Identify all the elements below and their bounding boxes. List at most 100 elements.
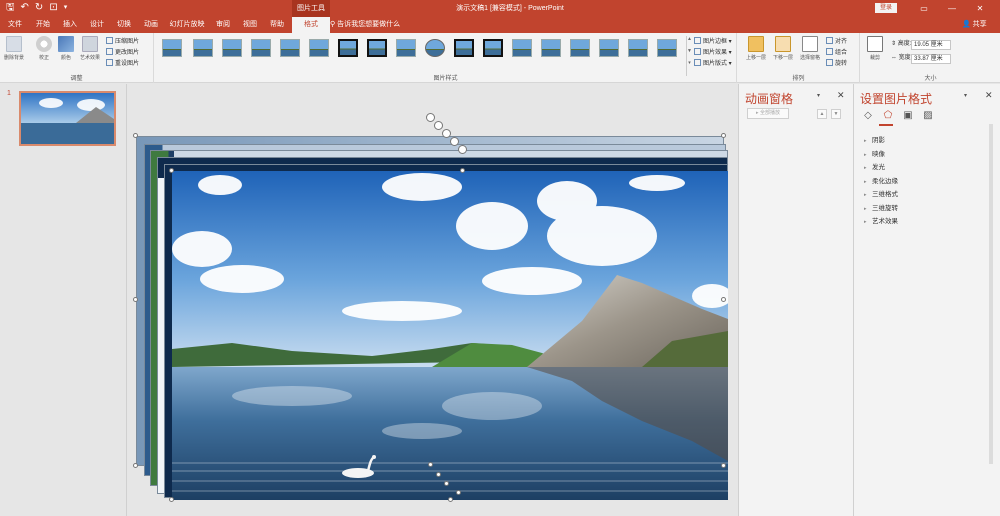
- style-thumb[interactable]: [599, 39, 619, 57]
- artistic-effects-button[interactable]: 艺术效果: [80, 36, 100, 61]
- rotate-handle[interactable]: [450, 137, 459, 146]
- fill-line-icon[interactable]: ◇: [862, 110, 874, 122]
- style-thumb[interactable]: [162, 39, 182, 57]
- tab-view[interactable]: 视图: [238, 17, 262, 33]
- chevron-down-icon[interactable]: ▼: [687, 48, 692, 54]
- effect-glow[interactable]: ▸ 发光: [864, 161, 898, 175]
- effects-icon[interactable]: ⬠: [882, 110, 894, 122]
- resize-handle[interactable]: [448, 497, 453, 502]
- style-thumb[interactable]: [512, 39, 532, 57]
- remove-background-button[interactable]: 删除背景: [4, 36, 24, 61]
- play-all-button[interactable]: ▸ 全部播放: [747, 108, 789, 119]
- style-thumb[interactable]: [280, 39, 300, 57]
- resize-handle[interactable]: [436, 472, 441, 477]
- ribbon-display-options-icon[interactable]: ▭: [910, 0, 938, 17]
- style-thumb[interactable]: [251, 39, 271, 57]
- resize-handle[interactable]: [133, 297, 138, 302]
- selection-pane-button[interactable]: 选择窗格: [798, 36, 822, 61]
- resize-handle[interactable]: [133, 463, 138, 468]
- tab-file[interactable]: 文件: [4, 17, 26, 33]
- start-from-beginning-icon[interactable]: ⊡: [49, 2, 57, 14]
- picture-icon[interactable]: ▨: [922, 110, 934, 122]
- style-thumb[interactable]: [222, 39, 242, 57]
- style-thumb[interactable]: [454, 39, 474, 57]
- style-thumb[interactable]: [628, 39, 648, 57]
- style-thumb[interactable]: [193, 39, 213, 57]
- rotate-button[interactable]: 旋转: [826, 59, 847, 68]
- gallery-scroll[interactable]: ▲ ▼ ▾: [686, 36, 692, 76]
- tab-format[interactable]: 格式: [292, 17, 330, 33]
- style-thumb[interactable]: [570, 39, 590, 57]
- close-icon[interactable]: ✕: [837, 90, 845, 101]
- pane-options-icon[interactable]: ▾: [817, 92, 820, 99]
- picture-layout-button[interactable]: 图片版式 ▾: [694, 59, 732, 68]
- move-up-icon[interactable]: ▲: [817, 109, 827, 119]
- style-thumb[interactable]: [425, 39, 445, 57]
- close-icon[interactable]: ✕: [985, 90, 993, 101]
- effect-shadow[interactable]: ▸ 阴影: [864, 134, 898, 148]
- pane-options-icon[interactable]: ▾: [964, 92, 967, 99]
- resize-handle[interactable]: [456, 490, 461, 495]
- resize-handle[interactable]: [721, 297, 726, 302]
- chevron-up-icon[interactable]: ▲: [687, 36, 692, 42]
- width-input[interactable]: 33.87 厘米: [911, 54, 951, 64]
- size-properties-icon[interactable]: ▣: [902, 110, 914, 122]
- tab-insert[interactable]: 插入: [58, 17, 82, 33]
- style-thumb[interactable]: [396, 39, 416, 57]
- format-pane-scrollbar[interactable]: [989, 124, 993, 464]
- close-window-icon[interactable]: ✕: [966, 0, 994, 17]
- tab-slideshow[interactable]: 幻灯片放映: [166, 17, 208, 33]
- reset-picture-button[interactable]: 重设图片: [106, 59, 139, 68]
- rotate-handle[interactable]: [442, 129, 451, 138]
- tab-design[interactable]: 设计: [85, 17, 109, 33]
- compress-pictures-button[interactable]: 压缩图片: [106, 37, 139, 46]
- style-thumb[interactable]: [541, 39, 561, 57]
- style-thumb[interactable]: [338, 39, 358, 57]
- selected-picture[interactable]: [172, 171, 728, 500]
- align-button[interactable]: 对齐: [826, 37, 847, 46]
- minimize-icon[interactable]: —: [938, 0, 966, 17]
- resize-handle[interactable]: [169, 497, 174, 502]
- resize-handle[interactable]: [428, 462, 433, 467]
- effect-artistic[interactable]: ▸ 艺术效果: [864, 215, 898, 229]
- resize-handle[interactable]: [133, 133, 138, 138]
- effect-soft-edges[interactable]: ▸ 柔化边缘: [864, 175, 898, 189]
- rotate-handle[interactable]: [458, 145, 467, 154]
- tab-home[interactable]: 开始: [31, 17, 55, 33]
- resize-handle[interactable]: [721, 133, 726, 138]
- rotate-handle[interactable]: [434, 121, 443, 130]
- customize-qat-icon[interactable]: ▾: [64, 2, 68, 14]
- send-backward-button[interactable]: 下移一层: [771, 36, 795, 61]
- style-thumb[interactable]: [309, 39, 329, 57]
- height-input[interactable]: 19.05 厘米: [911, 40, 951, 50]
- effect-reflection[interactable]: ▸ 映像: [864, 148, 898, 162]
- change-picture-button[interactable]: 更改图片: [106, 48, 139, 57]
- tab-animations[interactable]: 动画: [139, 17, 163, 33]
- group-button[interactable]: 组合: [826, 48, 847, 57]
- picture-effects-button[interactable]: 图片效果 ▾: [694, 48, 732, 57]
- save-icon[interactable]: 🖫: [6, 2, 15, 14]
- resize-handle[interactable]: [169, 168, 174, 173]
- bring-forward-button[interactable]: 上移一层: [744, 36, 768, 61]
- tab-review[interactable]: 审阅: [211, 17, 235, 33]
- crop-button[interactable]: 裁剪: [865, 36, 885, 61]
- rotate-handle[interactable]: [426, 113, 435, 122]
- share-button[interactable]: 👤 共享: [962, 17, 987, 33]
- picture-border-button[interactable]: 图片边框 ▾: [694, 37, 732, 46]
- corrections-button[interactable]: 校正: [34, 36, 54, 61]
- login-button[interactable]: 登录: [875, 3, 897, 13]
- redo-icon[interactable]: ↻: [35, 2, 43, 14]
- resize-handle[interactable]: [444, 481, 449, 486]
- tell-me-search[interactable]: ⚲ 告诉我您想要做什么: [330, 17, 400, 33]
- tab-help[interactable]: 帮助: [265, 17, 289, 33]
- style-thumb[interactable]: [657, 39, 677, 57]
- color-button[interactable]: 颜色: [56, 36, 76, 61]
- undo-icon[interactable]: ↶: [21, 2, 29, 14]
- tab-transitions[interactable]: 切换: [112, 17, 136, 33]
- style-thumb[interactable]: [367, 39, 387, 57]
- slide-thumbnail[interactable]: [19, 91, 116, 146]
- more-styles-icon[interactable]: ▾: [687, 60, 692, 66]
- effect-3d-rotation[interactable]: ▸ 三维旋转: [864, 202, 898, 216]
- effect-3d-format[interactable]: ▸ 三维格式: [864, 188, 898, 202]
- style-thumb[interactable]: [483, 39, 503, 57]
